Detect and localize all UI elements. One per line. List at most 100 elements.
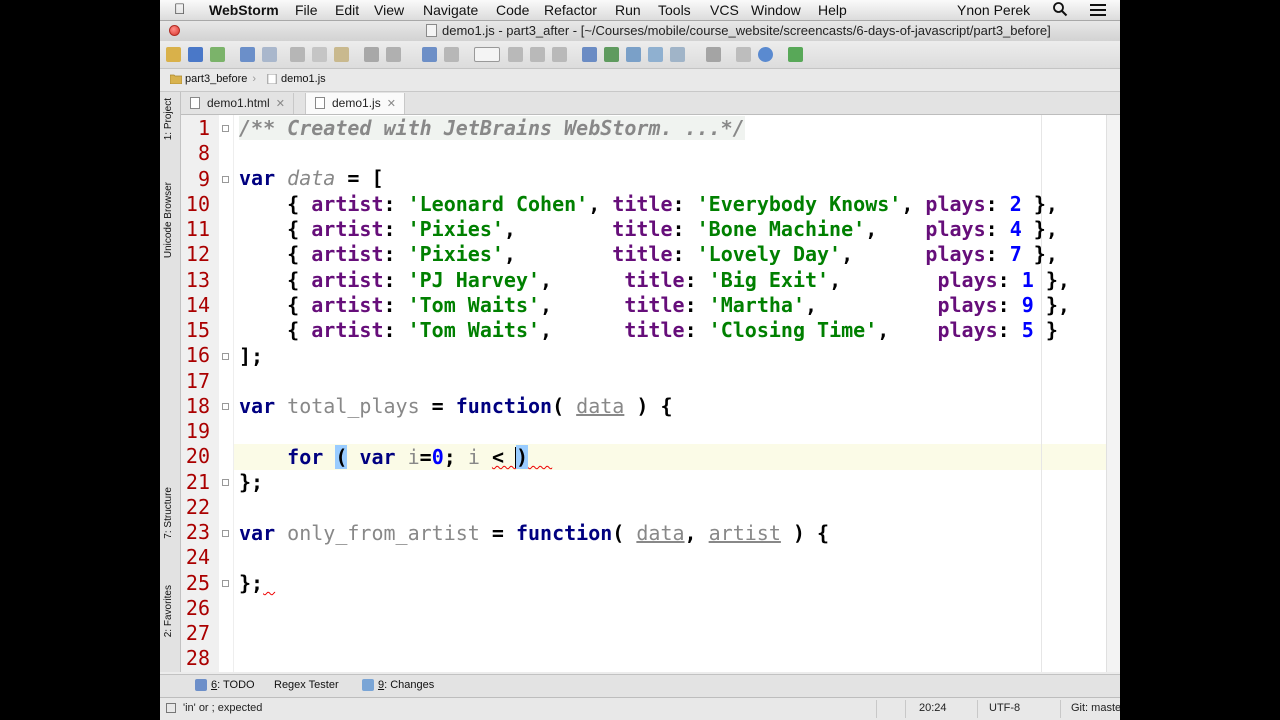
string-literal: 'Big Exit' <box>708 268 830 292</box>
vcs-branch[interactable]: Git: master <box>1071 702 1120 714</box>
vcs-history-icon[interactable] <box>648 47 663 62</box>
menu-vcs[interactable]: VCS <box>710 2 739 18</box>
left-tool-window-strip: 1: Project Unicode Browser 7: Structure … <box>160 92 181 672</box>
property-key: artist <box>311 217 384 241</box>
copy-icon[interactable] <box>312 47 327 62</box>
debug-icon[interactable] <box>530 47 545 62</box>
code-line: var total_plays = function( data ) { <box>239 394 673 418</box>
unicode-browser-tab[interactable]: Unicode Browser <box>163 182 174 258</box>
paste-icon[interactable] <box>334 47 349 62</box>
menu-window[interactable]: Window <box>751 2 801 18</box>
undo-icon[interactable] <box>240 47 255 62</box>
number-literal: 7 <box>1009 242 1022 266</box>
save-icon[interactable] <box>188 47 203 62</box>
fold-marker-icon[interactable] <box>222 125 229 132</box>
status-bar: 'in' or ; expected 20:24 UTF-8 Git: mast… <box>160 697 1120 720</box>
code-text: , <box>540 293 625 317</box>
identifier: total_plays <box>287 394 420 418</box>
replace-icon[interactable] <box>386 47 401 62</box>
cut-icon[interactable] <box>290 47 305 62</box>
tool-windows-toggle-icon[interactable] <box>166 703 176 713</box>
string-literal: 'Closing Time' <box>708 318 878 342</box>
line-number: 1 <box>197 116 210 140</box>
apple-icon[interactable]:  <box>174 1 185 18</box>
fold-marker-icon[interactable] <box>222 353 229 360</box>
vcs-update-icon[interactable] <box>582 47 597 62</box>
app-menu[interactable]: WebStorm <box>209 2 279 18</box>
code-text: }, <box>1021 242 1058 266</box>
breadcrumb-project[interactable]: part3_before › <box>168 71 256 88</box>
project-tool-tab[interactable]: 1: Project <box>163 98 174 140</box>
js-file-icon <box>315 97 325 109</box>
plugin-icon[interactable] <box>788 47 803 62</box>
string-literal: 'Bone Machine' <box>696 217 866 241</box>
document-icon <box>426 24 437 37</box>
redo-icon[interactable] <box>262 47 277 62</box>
vcs-commit-icon[interactable] <box>604 47 619 62</box>
code-editor[interactable]: 1 8 9 10 11 12 13 14 15 16 17 18 19 20 21 22 23 24 25 26 27 2… <box>181 115 1120 672</box>
close-tab-icon[interactable]: ✕ <box>276 98 285 110</box>
vcs-compare-icon[interactable] <box>626 47 641 62</box>
synchronize-icon[interactable] <box>210 47 225 62</box>
screen-area:  WebStorm File Edit View Navigate Code … <box>160 0 1120 720</box>
user-name[interactable]: Ynon Perek <box>957 2 1030 18</box>
changes-tool-button[interactable]: 9: Changes <box>362 679 434 691</box>
menu-view[interactable]: View <box>374 2 404 18</box>
line-number: 13 <box>185 267 210 292</box>
window-close-button[interactable] <box>169 25 180 36</box>
menu-navigate[interactable]: Navigate <box>423 2 478 18</box>
find-icon[interactable] <box>364 47 379 62</box>
string-literal: 'Pixies' <box>407 217 504 241</box>
back-icon[interactable] <box>422 47 437 62</box>
menu-help[interactable]: Help <box>818 2 847 18</box>
string-literal: 'Leonard Cohen' <box>407 192 589 216</box>
close-tab-icon[interactable]: ✕ <box>387 98 396 110</box>
property-key: plays <box>937 293 998 317</box>
tab-demo1-html[interactable]: demo1.html ✕ <box>181 93 294 114</box>
caret-position[interactable]: 20:24 <box>919 702 947 714</box>
code-text: }, <box>1021 192 1058 216</box>
structure-tool-tab[interactable]: 7: Structure <box>163 487 174 539</box>
settings-icon[interactable] <box>706 47 721 62</box>
breadcrumb-file-label: demo1.js <box>281 73 326 85</box>
menu-file[interactable]: File <box>295 2 318 18</box>
menu-edit[interactable]: Edit <box>335 2 359 18</box>
regex-tester-button[interactable]: Regex Tester <box>258 679 339 691</box>
code-text: = [ <box>335 166 384 190</box>
tab-demo1-js[interactable]: demo1.js ✕ <box>305 93 405 114</box>
fold-marker-icon[interactable] <box>222 176 229 183</box>
todo-tool-button[interactable]: 6: TODO <box>195 679 255 691</box>
fold-marker-icon[interactable] <box>222 479 229 486</box>
keyword: for <box>287 445 324 469</box>
menu-code[interactable]: Code <box>496 2 529 18</box>
run-config-dropdown[interactable] <box>474 47 500 62</box>
menu-refactor[interactable]: Refactor <box>544 2 597 18</box>
spotlight-search-icon[interactable] <box>1052 1 1068 17</box>
project-structure-icon[interactable] <box>736 47 751 62</box>
menu-tools[interactable]: Tools <box>658 2 691 18</box>
property-key: title <box>612 242 673 266</box>
menu-run[interactable]: Run <box>615 2 641 18</box>
coverage-icon[interactable] <box>552 47 567 62</box>
fold-marker-icon[interactable] <box>222 580 229 587</box>
favorites-tool-tab[interactable]: 2: Favorites <box>163 585 174 637</box>
file-encoding[interactable]: UTF-8 <box>989 702 1020 714</box>
keyword: function <box>515 521 613 545</box>
open-folder-icon[interactable] <box>166 47 181 62</box>
code-line: { artist: 'Pixies', title: 'Lovely Day',… <box>239 242 1058 266</box>
fold-marker-icon[interactable] <box>222 530 229 537</box>
property-key: artist <box>311 192 384 216</box>
fold-marker-icon[interactable] <box>222 403 229 410</box>
tab-label: demo1.js <box>332 96 381 110</box>
run-icon[interactable] <box>508 47 523 62</box>
property-key: plays <box>925 217 986 241</box>
line-number: 24 <box>185 545 210 570</box>
vcs-revert-icon[interactable] <box>670 47 685 62</box>
editor-scrollbar[interactable] <box>1106 115 1120 672</box>
breadcrumb-file[interactable]: demo1.js <box>264 71 326 88</box>
forward-icon[interactable] <box>444 47 459 62</box>
help-icon[interactable] <box>758 47 773 62</box>
notification-list-icon[interactable] <box>1090 3 1106 17</box>
code-line: { artist: 'PJ Harvey', title: 'Big Exit'… <box>239 268 1070 292</box>
collapsed-comment[interactable]: /** Created with JetBrains WebStorm. ...… <box>239 116 745 140</box>
